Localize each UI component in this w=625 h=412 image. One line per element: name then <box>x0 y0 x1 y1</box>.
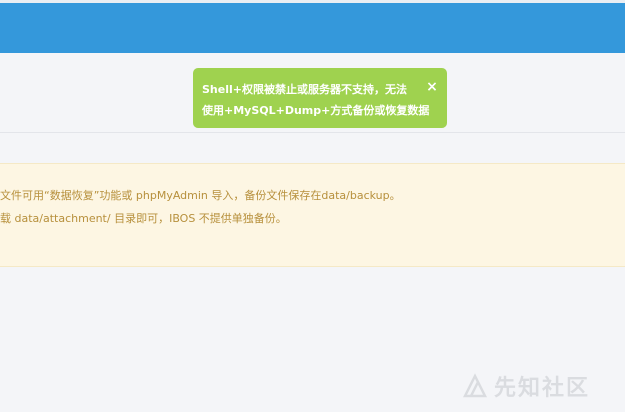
watermark: 先知社区 <box>462 371 590 401</box>
xianzhi-logo-icon <box>462 373 488 398</box>
error-toast: Shell+权限被禁止或服务器不支持，无法 使用+MySQL+Dump+方式备份… <box>193 68 447 128</box>
toast-close-icon[interactable]: × <box>424 78 440 96</box>
watermark-text: 先知社区 <box>494 376 591 401</box>
notice-text-line-2: 载 data/attachment/ 目录即可，IBOS 不提供单独备份。 <box>0 212 287 225</box>
backup-notice-panel: 文件可用“数据恢复”功能或 phpMyAdmin 导入，备份文件保存在data/… <box>0 163 625 267</box>
top-navigation-bar <box>0 0 625 53</box>
toast-message-line-2: 使用+MySQL+Dump+方式备份或恢复数据 <box>202 104 430 117</box>
toast-message-line-1: Shell+权限被禁止或服务器不支持，无法 <box>202 83 407 96</box>
notice-text-line-1: 文件可用“数据恢复”功能或 phpMyAdmin 导入，备份文件保存在data/… <box>0 189 401 202</box>
